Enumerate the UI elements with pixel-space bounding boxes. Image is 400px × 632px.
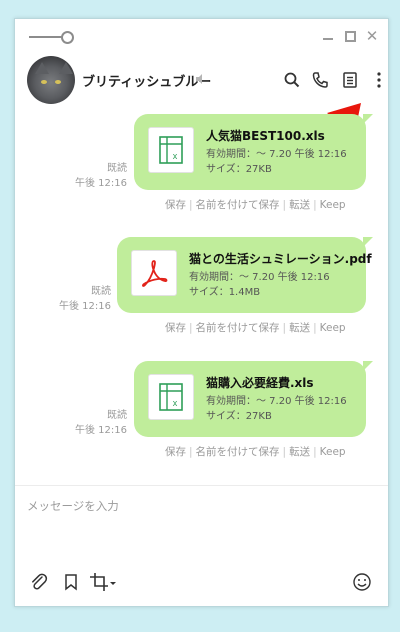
message-input[interactable]: メッセージを入力 bbox=[27, 498, 119, 514]
emoji-icon[interactable] bbox=[352, 572, 372, 592]
save-link[interactable]: 保存 bbox=[165, 446, 186, 458]
file-size: サイズ：1.4MB bbox=[189, 287, 261, 298]
save-link[interactable]: 保存 bbox=[165, 199, 186, 211]
svg-text:x: x bbox=[173, 398, 178, 408]
file-expiry: 有効期間：～ 7.20 午後 12:16 bbox=[206, 396, 347, 407]
notes-icon[interactable] bbox=[341, 71, 359, 89]
paperclip-icon[interactable] bbox=[29, 572, 49, 592]
minimize-button[interactable] bbox=[321, 29, 335, 43]
save-link[interactable]: 保存 bbox=[165, 322, 186, 334]
forward-link[interactable]: 転送 bbox=[289, 446, 310, 458]
keep-link[interactable]: Keep bbox=[320, 199, 346, 211]
avatar-ear-left bbox=[35, 62, 49, 74]
file-size: サイズ：27KB bbox=[206, 411, 272, 422]
file-actions: 保存 | 名前を付けて保存 | 転送 | Keep bbox=[165, 199, 346, 211]
phone-icon[interactable] bbox=[311, 71, 329, 89]
timestamp: 午後 12:16 bbox=[59, 301, 111, 312]
keep-link[interactable]: Keep bbox=[320, 322, 346, 334]
save-as-link[interactable]: 名前を付けて保存 bbox=[196, 199, 280, 211]
title-bar: ✕ bbox=[15, 19, 388, 53]
read-status: 既読 午後 12:16 bbox=[67, 408, 127, 438]
file-bubble[interactable]: x 猫購入必要経費.xls 有効期間：～ 7.20 午後 12:16 サイズ：2… bbox=[134, 361, 373, 437]
save-as-link[interactable]: 名前を付けて保存 bbox=[196, 446, 280, 458]
close-button[interactable]: ✕ bbox=[365, 29, 379, 44]
bubble-tail bbox=[363, 237, 373, 247]
avatar-ear-right bbox=[59, 62, 73, 74]
file-expiry: 有効期間：～ 7.20 午後 12:16 bbox=[189, 272, 330, 283]
file-name[interactable]: 猫購入必要経費.xls bbox=[206, 374, 314, 391]
file-name[interactable]: 猫との生活シュミレーション.pdf bbox=[189, 250, 372, 267]
input-divider bbox=[15, 485, 388, 486]
pdf-icon bbox=[131, 250, 177, 296]
chat-window: ✕ ブリティッシュブルー 既読 午後 12:16 x 人気猫BEST100.xl… bbox=[14, 18, 389, 607]
avatar-eye-right bbox=[55, 80, 61, 84]
timestamp: 午後 12:16 bbox=[75, 178, 127, 189]
save-as-link[interactable]: 名前を付けて保存 bbox=[196, 322, 280, 334]
file-actions: 保存 | 名前を付けて保存 | 転送 | Keep bbox=[165, 322, 346, 334]
read-status: 既読 午後 12:16 bbox=[67, 161, 127, 191]
svg-text:x: x bbox=[173, 151, 178, 161]
read-label: 既読 bbox=[107, 410, 127, 421]
bookmark-icon[interactable] bbox=[61, 572, 81, 592]
file-size: サイズ：27KB bbox=[206, 164, 272, 175]
forward-link[interactable]: 転送 bbox=[289, 199, 310, 211]
mute-icon bbox=[196, 74, 202, 84]
excel-icon: x bbox=[148, 127, 194, 173]
more-menu-icon[interactable] bbox=[370, 71, 388, 89]
excel-icon: x bbox=[148, 374, 194, 420]
file-expiry: 有効期間：～ 7.20 午後 12:16 bbox=[206, 149, 347, 160]
bubble-tail bbox=[363, 114, 373, 124]
bubble-tail bbox=[363, 361, 373, 371]
keep-link[interactable]: Keep bbox=[320, 446, 346, 458]
screenshot-crop-icon[interactable] bbox=[89, 572, 117, 592]
file-bubble[interactable]: x 人気猫BEST100.xls 有効期間：～ 7.20 午後 12:16 サイ… bbox=[134, 114, 373, 190]
read-label: 既読 bbox=[91, 286, 111, 297]
read-status: 既読 午後 12:16 bbox=[51, 284, 111, 314]
avatar[interactable] bbox=[27, 56, 75, 104]
read-label: 既読 bbox=[107, 163, 127, 174]
avatar-eye-left bbox=[41, 80, 47, 84]
chat-name[interactable]: ブリティッシュブルー bbox=[82, 71, 211, 90]
maximize-button[interactable] bbox=[343, 29, 357, 43]
timestamp: 午後 12:16 bbox=[75, 425, 127, 436]
file-bubble[interactable]: 猫との生活シュミレーション.pdf 有効期間：～ 7.20 午後 12:16 サ… bbox=[117, 237, 373, 313]
file-actions: 保存 | 名前を付けて保存 | 転送 | Keep bbox=[165, 446, 346, 458]
search-icon[interactable] bbox=[283, 71, 301, 89]
forward-link[interactable]: 転送 bbox=[289, 322, 310, 334]
opacity-slider-knob[interactable] bbox=[61, 31, 74, 44]
file-name[interactable]: 人気猫BEST100.xls bbox=[206, 127, 325, 144]
